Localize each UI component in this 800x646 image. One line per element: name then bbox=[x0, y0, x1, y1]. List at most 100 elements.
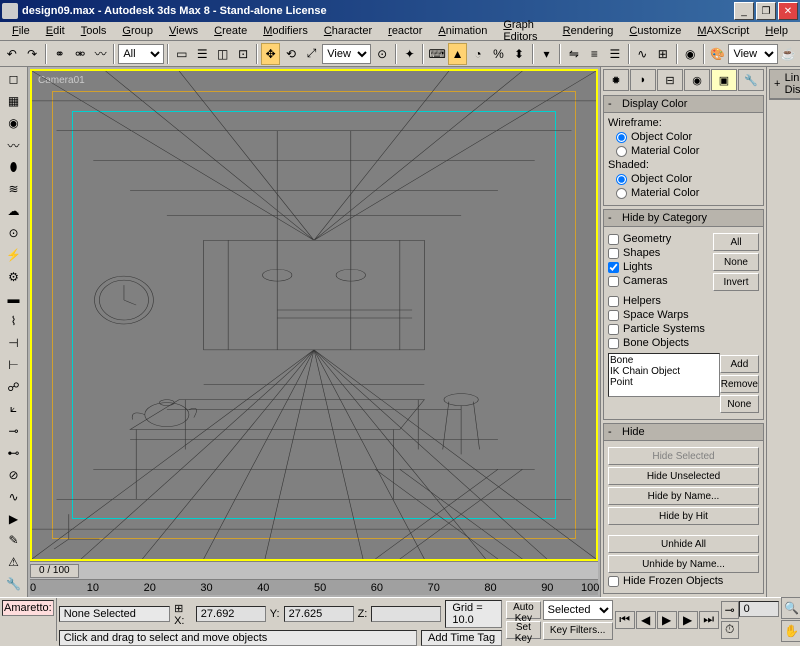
redo-icon[interactable]: ↷ bbox=[22, 43, 41, 65]
angle-snap-icon[interactable]: ◔ bbox=[468, 43, 487, 65]
hide-lights-check[interactable]: Lights bbox=[608, 261, 713, 273]
pan-icon[interactable]: ✋ bbox=[781, 620, 800, 642]
coord-x-input[interactable] bbox=[196, 606, 266, 622]
menu-create[interactable]: Create bbox=[206, 23, 255, 39]
maximize-button[interactable]: ❐ bbox=[756, 2, 776, 20]
percent-snap-icon[interactable]: % bbox=[489, 43, 508, 65]
reactor-softbody-icon[interactable]: ◉ bbox=[2, 113, 26, 134]
menu-maxscript[interactable]: MAXScript bbox=[689, 23, 757, 39]
menu-grapheditors[interactable]: Graph Editors bbox=[495, 17, 554, 45]
select-region-icon[interactable]: ◫ bbox=[213, 43, 232, 65]
render-scene-icon[interactable]: 🎨 bbox=[708, 43, 727, 65]
menu-tools[interactable]: Tools bbox=[73, 23, 115, 39]
bind-spacewarp-icon[interactable]: 〰 bbox=[91, 43, 110, 65]
menu-character[interactable]: Character bbox=[316, 23, 380, 39]
menu-modifiers[interactable]: Modifiers bbox=[255, 23, 316, 39]
reactor-pointpoint-icon[interactable]: ⊸ bbox=[2, 420, 26, 441]
minimize-button[interactable]: _ bbox=[734, 2, 754, 20]
hide-shapes-check[interactable]: Shapes bbox=[608, 247, 713, 259]
key-filters-button[interactable]: Key Filters... bbox=[543, 622, 613, 640]
hidecat-invert-button[interactable]: Invert bbox=[713, 273, 759, 291]
reactor-toycar-icon[interactable]: ⊙ bbox=[2, 223, 26, 244]
wireframe-object-color-radio[interactable]: Object Color bbox=[616, 131, 759, 143]
quick-render-icon[interactable]: ☕ bbox=[779, 43, 798, 65]
menu-file[interactable]: File bbox=[4, 23, 38, 39]
named-selection-icon[interactable]: ▾ bbox=[537, 43, 556, 65]
reactor-prismatic-icon[interactable]: ⊷ bbox=[2, 442, 26, 463]
select-move-icon[interactable]: ✥ bbox=[261, 43, 280, 65]
zoom-icon[interactable]: 🔍 bbox=[781, 597, 800, 619]
mirror-icon[interactable]: ⇋ bbox=[564, 43, 583, 65]
reactor-fracture-icon[interactable]: ⚡ bbox=[2, 245, 26, 266]
menu-customize[interactable]: Customize bbox=[621, 23, 689, 39]
select-icon[interactable]: ▭ bbox=[172, 43, 191, 65]
menu-animation[interactable]: Animation bbox=[430, 23, 495, 39]
hidecat-remove-button[interactable]: Remove bbox=[720, 375, 759, 393]
reactor-analyze-icon[interactable]: ⚠ bbox=[2, 552, 26, 573]
reactor-motor-icon[interactable]: ⚙ bbox=[2, 267, 26, 288]
hidecat-none2-button[interactable]: None bbox=[720, 395, 759, 413]
menu-views[interactable]: Views bbox=[161, 23, 206, 39]
reactor-preview-icon[interactable]: ▶ bbox=[2, 508, 26, 529]
schematic-view-icon[interactable]: ⊞ bbox=[653, 43, 672, 65]
shaded-material-color-radio[interactable]: Material Color bbox=[616, 187, 759, 199]
reactor-deforming-icon[interactable]: ⬮ bbox=[2, 157, 26, 178]
time-ruler[interactable]: 0 10 20 30 40 50 60 70 80 90 100 bbox=[30, 579, 598, 595]
spinner-snap-icon[interactable]: ⬍ bbox=[509, 43, 528, 65]
menu-edit[interactable]: Edit bbox=[38, 23, 73, 39]
reactor-carwheel-icon[interactable]: ⊘ bbox=[2, 464, 26, 485]
reactor-rope-icon[interactable]: 〰 bbox=[2, 135, 26, 156]
reactor-utility-icon[interactable]: 🔧 bbox=[2, 574, 26, 595]
pivot-icon[interactable]: ⊙ bbox=[372, 43, 391, 65]
close-button[interactable]: ✕ bbox=[778, 2, 798, 20]
hierarchy-tab-icon[interactable]: ⊟ bbox=[657, 69, 683, 91]
reactor-spring-icon[interactable]: ⌇ bbox=[2, 310, 26, 331]
link-icon[interactable]: ⚭ bbox=[50, 43, 69, 65]
display-tab-icon[interactable]: ▣ bbox=[711, 69, 737, 91]
reactor-wind-icon[interactable]: ☁ bbox=[2, 201, 26, 222]
reactor-rigid-icon[interactable]: ◻ bbox=[2, 69, 26, 90]
link-display-rollout[interactable]: +Link Display bbox=[769, 69, 800, 100]
motion-tab-icon[interactable]: ◉ bbox=[684, 69, 710, 91]
set-key-button[interactable]: Set Key bbox=[506, 621, 541, 639]
undo-icon[interactable]: ↶ bbox=[2, 43, 21, 65]
goto-start-icon[interactable]: ⏮ bbox=[615, 611, 635, 629]
reactor-cloth-icon[interactable]: ▦ bbox=[2, 91, 26, 112]
reactor-constraint-icon[interactable]: ⊢ bbox=[2, 354, 26, 375]
manipulate-icon[interactable]: ✦ bbox=[400, 43, 419, 65]
menu-help[interactable]: Help bbox=[757, 23, 796, 39]
selection-filter-dropdown[interactable]: All bbox=[118, 44, 164, 64]
hide-selected-button[interactable]: Hide Selected bbox=[608, 447, 759, 465]
shaded-object-color-radio[interactable]: Object Color bbox=[616, 173, 759, 185]
time-config-icon[interactable]: ⏱ bbox=[721, 621, 739, 639]
refcoord-dropdown[interactable]: View bbox=[322, 44, 371, 64]
layers-icon[interactable]: ☰ bbox=[605, 43, 624, 65]
hide-cameras-check[interactable]: Cameras bbox=[608, 275, 713, 287]
hide-frozen-check[interactable]: Hide Frozen Objects bbox=[608, 575, 759, 587]
keyboard-shortcut-icon[interactable]: ⌨ bbox=[427, 43, 446, 65]
hide-bones-check[interactable]: Bone Objects bbox=[608, 337, 759, 349]
window-crossing-icon[interactable]: ⊡ bbox=[233, 43, 252, 65]
reactor-ragdoll-icon[interactable]: ☍ bbox=[2, 376, 26, 397]
prev-frame-icon[interactable]: ◀ bbox=[636, 611, 656, 629]
menu-reactor[interactable]: reactor bbox=[380, 23, 430, 39]
modify-tab-icon[interactable]: ◗ bbox=[630, 69, 656, 91]
hide-geometry-check[interactable]: Geometry bbox=[608, 233, 713, 245]
reactor-dashpot-icon[interactable]: ⊣ bbox=[2, 332, 26, 353]
hide-by-hit-button[interactable]: Hide by Hit bbox=[608, 507, 759, 525]
current-frame-input[interactable] bbox=[739, 601, 779, 617]
hidecat-add-button[interactable]: Add bbox=[720, 355, 759, 373]
key-mode-toggle-icon[interactable]: ⊸ bbox=[721, 601, 739, 619]
unlink-icon[interactable]: ⚮ bbox=[70, 43, 89, 65]
reactor-pointpath-icon[interactable]: ∿ bbox=[2, 486, 26, 507]
coord-z-input[interactable] bbox=[371, 606, 441, 622]
select-scale-icon[interactable]: ⤢ bbox=[302, 43, 321, 65]
next-frame-icon[interactable]: ▶ bbox=[678, 611, 698, 629]
reactor-water-icon[interactable]: ≋ bbox=[2, 179, 26, 200]
viewport[interactable]: Camera01 bbox=[30, 69, 598, 561]
hide-particles-check[interactable]: Particle Systems bbox=[608, 323, 759, 335]
coord-y-input[interactable] bbox=[284, 606, 354, 622]
hidecat-listbox[interactable]: Bone IK Chain Object Point bbox=[608, 353, 720, 397]
time-slider[interactable]: 0 / 100 bbox=[30, 561, 598, 579]
utilities-tab-icon[interactable]: 🔧 bbox=[738, 69, 764, 91]
